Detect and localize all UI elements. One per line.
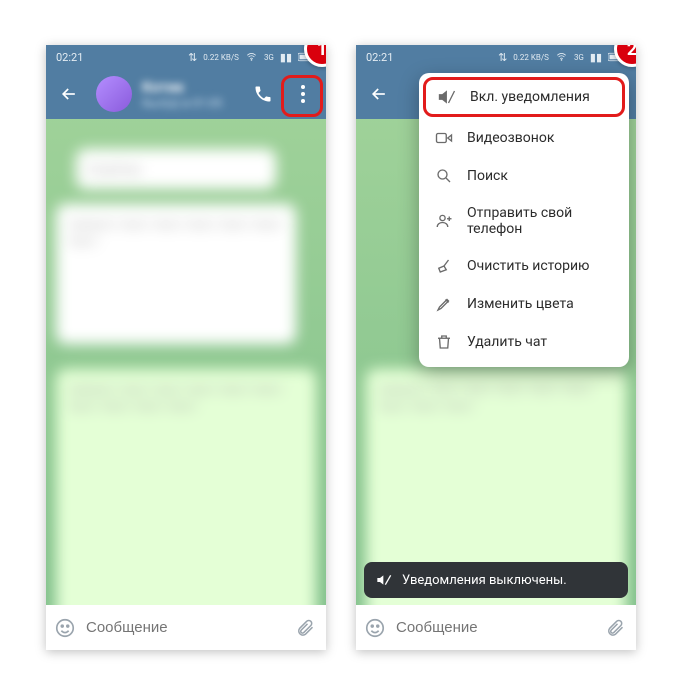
menu-label: Очистить историю <box>467 258 590 274</box>
speed-label: 0.22 KB/S <box>203 53 239 62</box>
screenshot-2: 2 02:21 ⇅ 0.22 KB/S 3G ▮▮ Вкл. уведомлен… <box>356 45 636 650</box>
add-contact-icon <box>435 212 453 230</box>
message-input[interactable] <box>86 619 285 636</box>
menu-item-search[interactable]: Поиск <box>419 157 629 195</box>
menu-item-clear-history[interactable]: Очистить историю <box>419 247 629 285</box>
wifi-icon <box>555 52 568 62</box>
mic-button[interactable] <box>635 618 636 638</box>
speed-label: 0.22 KB/S <box>513 53 549 62</box>
message-input[interactable] <box>396 619 595 636</box>
search-icon <box>435 167 453 185</box>
attach-button[interactable] <box>605 618 625 638</box>
menu-label: Вкл. уведомления <box>470 89 590 105</box>
menu-item-change-colors[interactable]: Изменить цвета <box>419 285 629 323</box>
message-bubble: теееекст текст текст текст текст текст т… <box>56 369 316 605</box>
status-bar: 02:21 ⇅ 0.22 KB/S 3G ▮▮ <box>356 45 636 69</box>
menu-label: Отправить свой телефон <box>467 205 613 237</box>
status-bar: 02:21 ⇅ 0.22 KB/S 3G ▮▮ <box>46 45 326 69</box>
palette-icon <box>435 295 453 313</box>
back-button[interactable] <box>362 75 396 113</box>
clock: 02:21 <box>366 51 393 64</box>
clock: 02:21 <box>56 51 83 64</box>
menu-label: Изменить цвета <box>467 296 574 312</box>
menu-label: Поиск <box>467 168 508 184</box>
last-seen: был(а) в 01:05 <box>142 96 240 110</box>
context-menu: Вкл. уведомления Видеозвонок Поиск Отпра… <box>419 73 629 367</box>
avatar[interactable] <box>96 76 132 112</box>
signal-icon: ▮▮ <box>280 52 292 63</box>
network-label: 3G <box>264 53 274 62</box>
input-bar <box>356 605 636 650</box>
menu-item-delete-chat[interactable]: Удалить чат <box>419 323 629 361</box>
screenshot-1: 1 02:21 ⇅ 0.22 KB/S 3G ▮▮ Котик был(а) в… <box>46 45 326 650</box>
input-bar <box>46 605 326 650</box>
mute-icon <box>376 572 392 588</box>
updown-icon: ⇅ <box>498 52 507 63</box>
menu-item-video-call[interactable]: Видеозвонок <box>419 119 629 157</box>
emoji-button[interactable] <box>54 617 76 639</box>
mic-button[interactable] <box>325 618 326 638</box>
call-button[interactable] <box>246 75 280 113</box>
network-label: 3G <box>574 53 584 62</box>
menu-item-share-phone[interactable]: Отправить свой телефон <box>419 195 629 247</box>
toast: Уведомления выключены. <box>364 562 628 598</box>
video-icon <box>435 129 453 147</box>
menu-label: Видеозвонок <box>467 130 554 146</box>
signal-icon: ▮▮ <box>590 52 602 63</box>
updown-icon: ⇅ <box>188 52 197 63</box>
trash-icon <box>435 333 453 351</box>
message-bubble: теееекст текст текст текст текст текст т… <box>56 204 296 344</box>
message-bubble: Блурблур <box>76 149 276 189</box>
highlight-more-button <box>281 75 323 117</box>
toast-text: Уведомления выключены. <box>402 573 567 588</box>
chat-body[interactable]: Блурблур теееекст текст текст текст текс… <box>46 119 326 605</box>
chat-name: Котик <box>142 78 240 96</box>
mute-icon <box>438 88 456 106</box>
menu-item-unmute[interactable]: Вкл. уведомления <box>423 77 625 117</box>
emoji-button[interactable] <box>364 617 386 639</box>
menu-label: Удалить чат <box>467 334 547 350</box>
wifi-icon <box>245 52 258 62</box>
attach-button[interactable] <box>295 618 315 638</box>
back-button[interactable] <box>52 75 86 113</box>
broom-icon <box>435 257 453 275</box>
